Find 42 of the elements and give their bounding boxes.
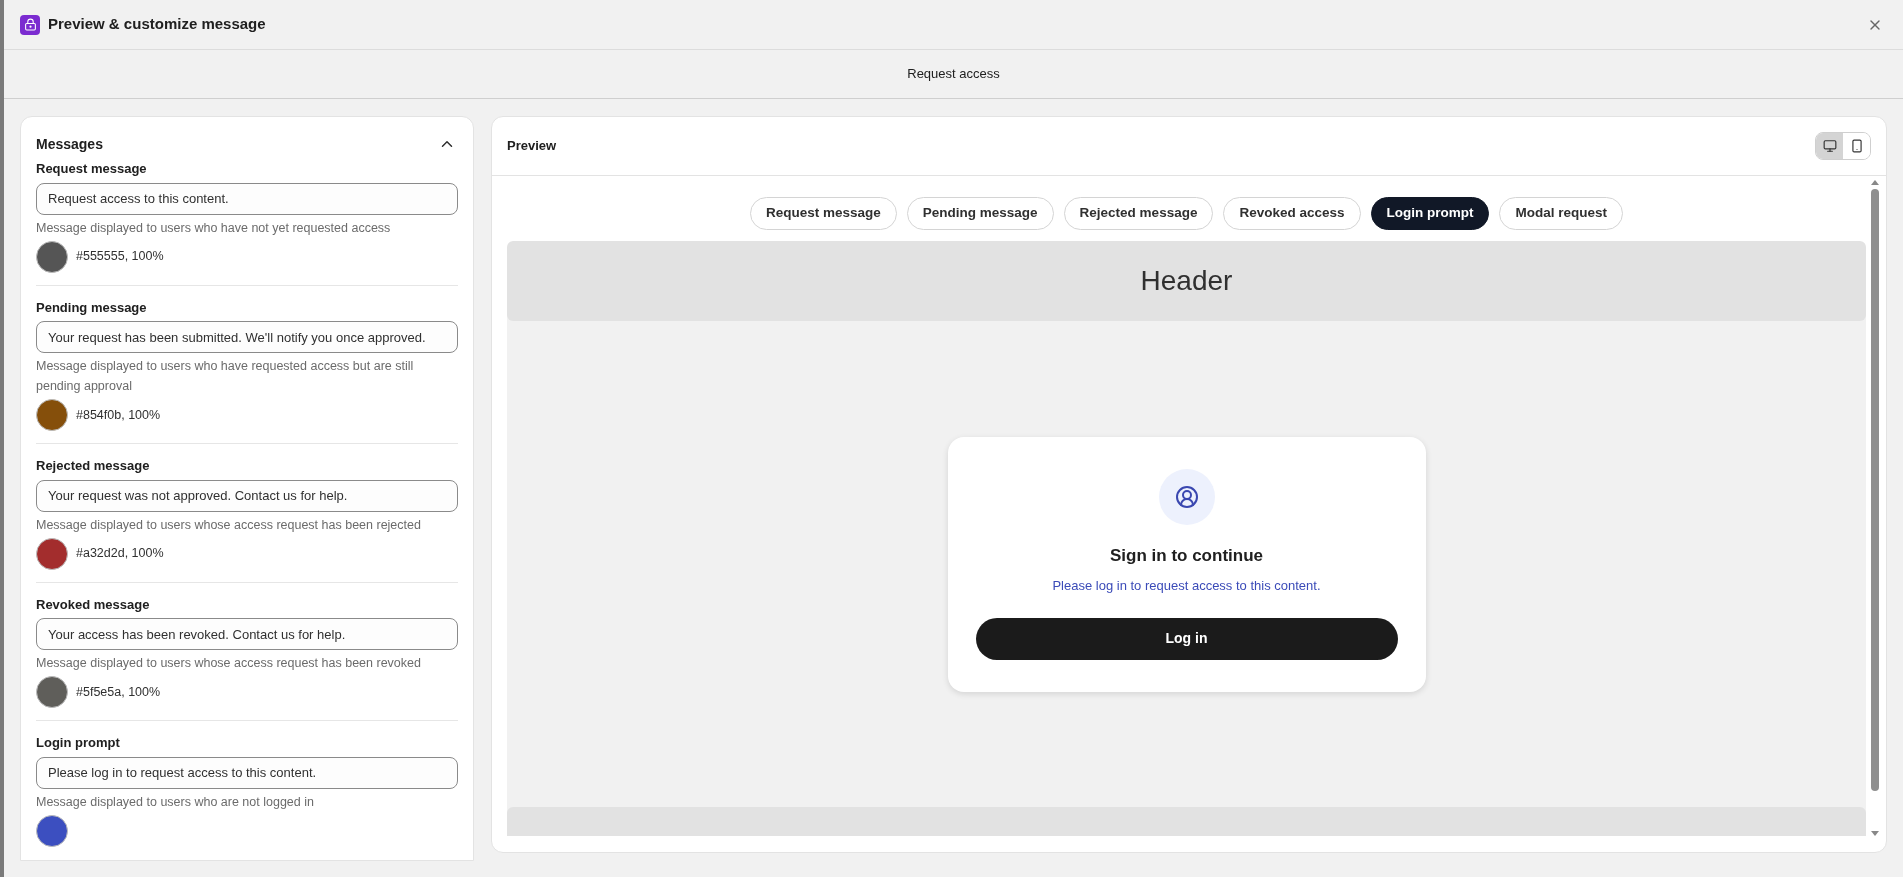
card-message: Please log in to request access to this content.	[1052, 577, 1321, 595]
help-text: Message displayed to users who are not logged in	[36, 793, 315, 811]
message-input[interactable]: Please log in to request access to this content.	[36, 756, 458, 789]
app-logo-icon	[20, 14, 40, 35]
login-button[interactable]: Log in	[975, 617, 1398, 660]
preview-tab[interactable]: Request message	[750, 197, 897, 230]
page-header-text: Header	[1140, 264, 1233, 298]
field-label: Rejected message	[36, 457, 151, 475]
preview-tab[interactable]: Login prompt	[1370, 197, 1490, 230]
color-value: #a32d2d, 100%	[76, 545, 164, 563]
message-input[interactable]: Request access to this content.	[36, 182, 458, 215]
preview-tab[interactable]: Modal request	[1499, 197, 1623, 230]
message-input[interactable]: Your access has been revoked. Contact us for help.	[36, 618, 458, 650]
color-value: #854f0b, 100%	[76, 406, 161, 424]
page-title: Request access	[907, 65, 1000, 84]
color-swatch[interactable]	[36, 240, 68, 273]
preview-tab[interactable]: Pending message	[906, 197, 1054, 230]
phone-icon	[1849, 139, 1864, 153]
color-value: #555555, 100%	[76, 248, 164, 266]
window-title: Preview & customize message	[48, 14, 266, 35]
field-label: Login prompt	[36, 734, 121, 752]
color-swatch[interactable]	[36, 399, 68, 431]
color-swatch[interactable]	[36, 676, 68, 708]
color-swatch[interactable]	[36, 814, 68, 847]
color-value: #5f5e5a, 100%	[76, 683, 161, 701]
help-text: Message displayed to users who have not yet requested access	[36, 219, 392, 237]
color-swatch[interactable]	[36, 537, 68, 570]
card-title: Sign in to continue	[1110, 544, 1263, 567]
message-input[interactable]: Your request has been submitted. We'll notify you once approved.	[36, 321, 458, 353]
panel-title: Messages	[36, 134, 103, 154]
panel-title: Preview	[507, 137, 557, 156]
help-text: Message displayed to users whose access request has been rejected	[36, 516, 422, 534]
preview-tab[interactable]: Revoked access	[1223, 197, 1361, 230]
field-label: Pending message	[36, 298, 148, 317]
device-toggle-button[interactable]	[1816, 133, 1843, 159]
message-input[interactable]: Your request was not approved. Contact us for help.	[36, 479, 458, 512]
preview-tab[interactable]: Rejected message	[1063, 197, 1214, 230]
help-text: Message displayed to users who have requested access but are still pending approval	[36, 358, 415, 395]
field-label: Request message	[36, 160, 148, 178]
field-label: Revoked message	[36, 595, 151, 614]
help-text: Message displayed to users whose access request has been revoked	[36, 655, 422, 672]
desktop-icon	[1822, 139, 1837, 153]
